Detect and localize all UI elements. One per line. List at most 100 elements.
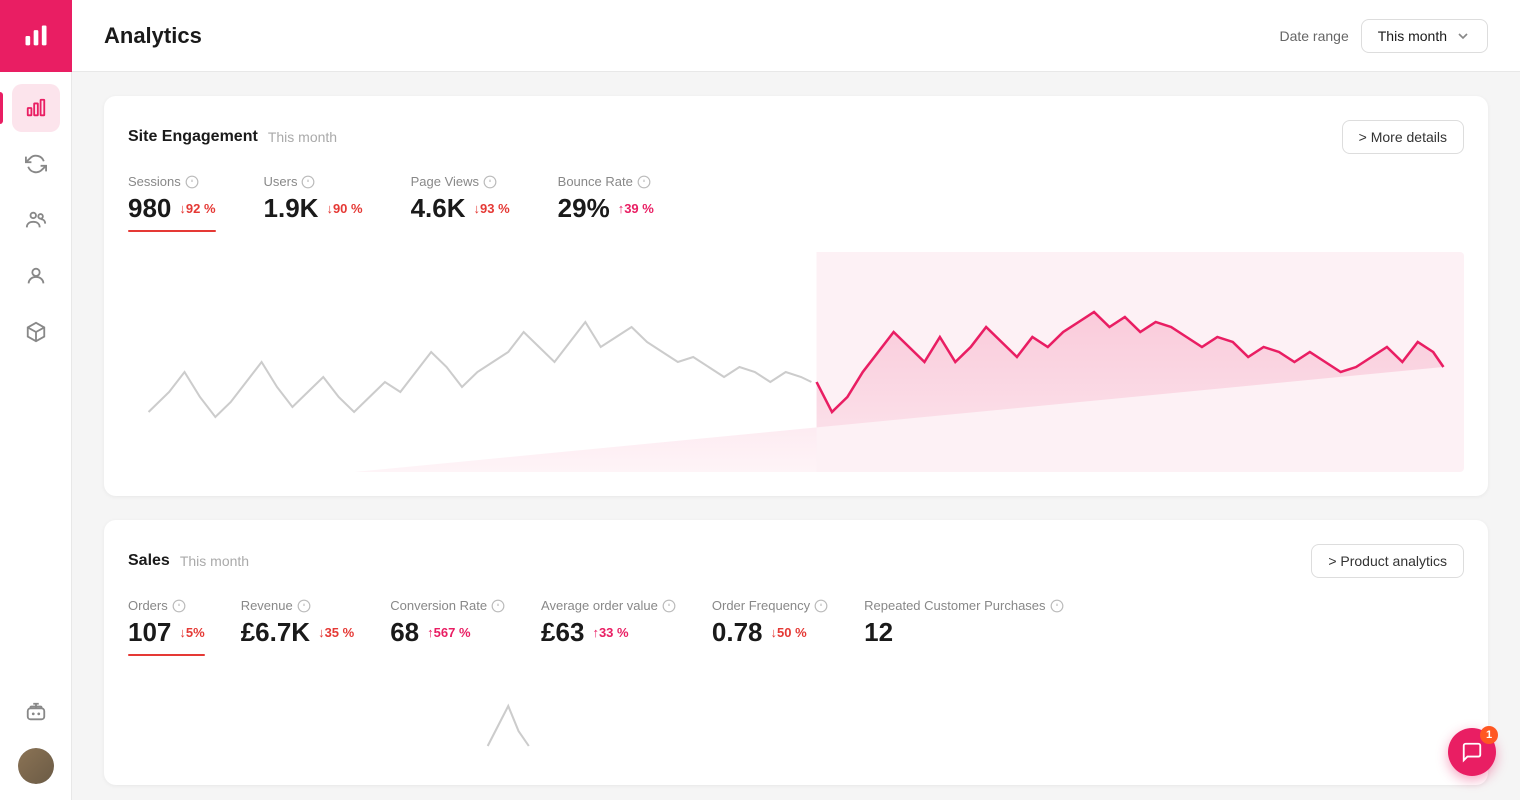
sessions-value: 980: [128, 193, 171, 224]
avg-order-value: £63: [541, 617, 584, 648]
sidebar-item-cube[interactable]: [12, 308, 60, 356]
sidebar-item-user[interactable]: [12, 252, 60, 300]
orders-label: Orders: [128, 598, 205, 613]
page-views-value-row: 4.6K ↓93 %: [411, 193, 510, 224]
card-title-group: Site Engagement This month: [128, 128, 337, 146]
metric-sessions: Sessions 980 ↓92 %: [128, 174, 216, 232]
info-icon-rcp: [1050, 599, 1064, 613]
sidebar-nav: [12, 72, 60, 688]
main-content: Analytics Date range This month Site Eng…: [72, 0, 1520, 800]
info-icon-of: [814, 599, 828, 613]
engagement-chart: [128, 252, 1464, 472]
metric-avg-order: Average order value £63 ↑33 %: [541, 598, 676, 656]
date-range-value: This month: [1378, 28, 1447, 44]
sessions-underline: [128, 230, 216, 232]
chevron-down-icon: [1455, 28, 1471, 44]
bounce-rate-label: Bounce Rate: [558, 174, 654, 189]
more-details-button[interactable]: > More details: [1342, 120, 1464, 154]
user-icon: [25, 265, 47, 287]
audience-icon: [25, 209, 47, 231]
sales-title: Sales: [128, 552, 170, 570]
metric-page-views: Page Views 4.6K ↓93 %: [411, 174, 510, 232]
metric-conversion-rate: Conversion Rate 68 ↑567 %: [390, 598, 505, 656]
conversion-rate-value: 68: [390, 617, 419, 648]
revenue-label: Revenue: [241, 598, 355, 613]
content-area: Site Engagement This month > More detail…: [72, 72, 1520, 800]
logo-button[interactable]: [0, 0, 72, 72]
page-views-value: 4.6K: [411, 193, 466, 224]
conversion-rate-label: Conversion Rate: [390, 598, 505, 613]
sales-mini-chart: [128, 676, 1464, 756]
metric-users: Users 1.9K ↓90 %: [264, 174, 363, 232]
sidebar-bottom: [12, 688, 60, 800]
sidebar-item-refresh[interactable]: [12, 140, 60, 188]
order-freq-change: ↓50 %: [771, 625, 807, 640]
users-change: ↓90 %: [326, 201, 362, 216]
repeat-purchases-value-row: 12: [864, 617, 1063, 648]
sidebar-item-audience[interactable]: [12, 196, 60, 244]
orders-value: 107: [128, 617, 171, 648]
conversion-rate-value-row: 68 ↑567 %: [390, 617, 505, 648]
info-icon-revenue: [297, 599, 311, 613]
page-title: Analytics: [104, 23, 1279, 49]
order-freq-label: Order Frequency: [712, 598, 828, 613]
revenue-value: £6.7K: [241, 617, 310, 648]
order-freq-value-row: 0.78 ↓50 %: [712, 617, 828, 648]
order-freq-value: 0.78: [712, 617, 763, 648]
chat-icon: [1461, 741, 1483, 763]
avg-order-label: Average order value: [541, 598, 676, 613]
metric-bounce-rate: Bounce Rate 29% ↑39 %: [558, 174, 654, 232]
sidebar: [0, 0, 72, 800]
header: Analytics Date range This month: [72, 0, 1520, 72]
sessions-label: Sessions: [128, 174, 216, 189]
repeat-purchases-label: Repeated Customer Purchases: [864, 598, 1063, 613]
product-analytics-button[interactable]: > Product analytics: [1311, 544, 1464, 578]
metric-order-freq: Order Frequency 0.78 ↓50 %: [712, 598, 828, 656]
sessions-value-row: 980 ↓92 %: [128, 193, 216, 224]
bounce-rate-change: ↑39 %: [618, 201, 654, 216]
avg-order-value-row: £63 ↑33 %: [541, 617, 676, 648]
card-header-sales: Sales This month > Product analytics: [128, 544, 1464, 578]
info-icon: [185, 175, 199, 189]
bounce-rate-value-row: 29% ↑39 %: [558, 193, 654, 224]
bounce-rate-value: 29%: [558, 193, 610, 224]
date-range-label: Date range: [1279, 28, 1348, 44]
sales-card: Sales This month > Product analytics Ord…: [104, 520, 1488, 785]
info-icon-orders: [172, 599, 186, 613]
sales-subtitle: This month: [180, 553, 249, 569]
engagement-chart-svg: [128, 252, 1464, 472]
revenue-change: ↓35 %: [318, 625, 354, 640]
sidebar-item-bot[interactable]: [12, 688, 60, 736]
info-icon-users: [301, 175, 315, 189]
cube-icon: [25, 321, 47, 343]
users-label: Users: [264, 174, 363, 189]
repeat-purchases-value: 12: [864, 617, 893, 648]
metric-orders: Orders 107 ↓5%: [128, 598, 205, 656]
card-header-engagement: Site Engagement This month > More detail…: [128, 120, 1464, 154]
sales-metrics-row: Orders 107 ↓5% Revenue: [128, 598, 1464, 656]
orders-change: ↓5%: [179, 625, 204, 640]
engagement-metrics-row: Sessions 980 ↓92 % Users: [128, 174, 1464, 232]
info-icon-br: [637, 175, 651, 189]
metric-repeat-purchases: Repeated Customer Purchases 12: [864, 598, 1063, 656]
chat-bubble-button[interactable]: 1: [1448, 728, 1496, 776]
sidebar-item-analytics[interactable]: [12, 84, 60, 132]
site-engagement-card: Site Engagement This month > More detail…: [104, 96, 1488, 496]
chat-badge: 1: [1480, 726, 1498, 744]
users-value-row: 1.9K ↓90 %: [264, 193, 363, 224]
page-views-label: Page Views: [411, 174, 510, 189]
page-views-change: ↓93 %: [474, 201, 510, 216]
site-engagement-title: Site Engagement: [128, 128, 258, 146]
avatar[interactable]: [18, 748, 54, 784]
orders-underline: [128, 654, 205, 656]
info-icon-cr: [491, 599, 505, 613]
sales-title-group: Sales This month: [128, 552, 249, 570]
date-range-select[interactable]: This month: [1361, 19, 1488, 53]
bot-icon: [25, 701, 47, 723]
sessions-change: ↓92 %: [179, 201, 215, 216]
avatar-image: [18, 748, 54, 784]
refresh-icon: [25, 153, 47, 175]
orders-value-row: 107 ↓5%: [128, 617, 205, 648]
metric-revenue: Revenue £6.7K ↓35 %: [241, 598, 355, 656]
logo-icon: [22, 22, 50, 50]
